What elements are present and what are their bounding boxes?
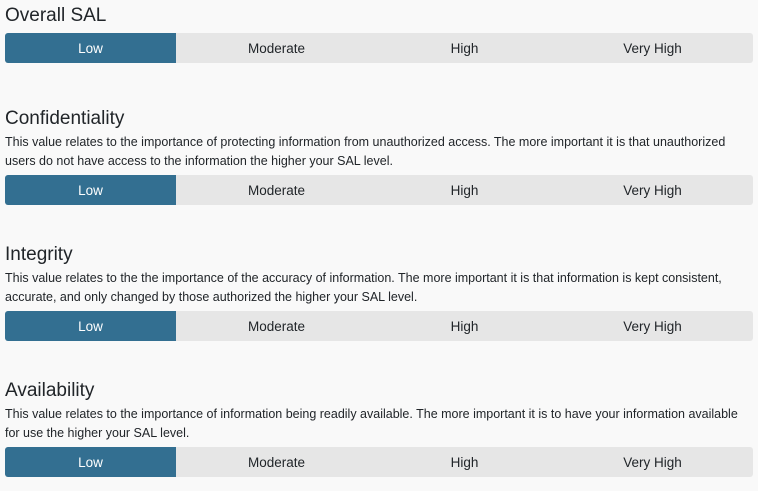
integrity-title: Integrity <box>5 244 73 265</box>
confidentiality-description: This value relates to the importance of … <box>5 135 726 168</box>
integrity-section: Integrity This value relates to the the … <box>5 244 753 341</box>
confidentiality-moderate-button[interactable]: Moderate <box>176 175 377 205</box>
integrity-description: This value relates to the the importance… <box>5 271 722 304</box>
availability-low-button[interactable]: Low <box>5 447 176 477</box>
availability-high-button[interactable]: High <box>377 447 552 477</box>
confidentiality-very-high-button[interactable]: Very High <box>552 175 753 205</box>
integrity-moderate-button[interactable]: Moderate <box>176 311 377 341</box>
overall-sal-title: Overall SAL <box>5 5 107 26</box>
overall-sal-section: Overall SAL Low Moderate High Very High <box>5 5 753 63</box>
overall-moderate-button[interactable]: Moderate <box>176 33 377 63</box>
confidentiality-low-button[interactable]: Low <box>5 175 176 205</box>
confidentiality-title: Confidentiality <box>5 108 125 129</box>
confidentiality-high-button[interactable]: High <box>377 175 552 205</box>
availability-description: This value relates to the importance of … <box>5 407 738 440</box>
integrity-low-button[interactable]: Low <box>5 311 176 341</box>
integrity-high-button[interactable]: High <box>377 311 552 341</box>
availability-section: Availability This value relates to the i… <box>5 380 753 477</box>
integrity-selector: Low Moderate High Very High <box>5 311 753 341</box>
availability-title: Availability <box>5 380 95 401</box>
overall-sal-selector: Low Moderate High Very High <box>5 33 753 63</box>
availability-moderate-button[interactable]: Moderate <box>176 447 377 477</box>
overall-very-high-button[interactable]: Very High <box>552 33 753 63</box>
confidentiality-selector: Low Moderate High Very High <box>5 175 753 205</box>
availability-very-high-button[interactable]: Very High <box>552 447 753 477</box>
overall-low-button[interactable]: Low <box>5 33 176 63</box>
availability-selector: Low Moderate High Very High <box>5 447 753 477</box>
integrity-very-high-button[interactable]: Very High <box>552 311 753 341</box>
confidentiality-section: Confidentiality This value relates to th… <box>5 108 753 205</box>
overall-high-button[interactable]: High <box>377 33 552 63</box>
